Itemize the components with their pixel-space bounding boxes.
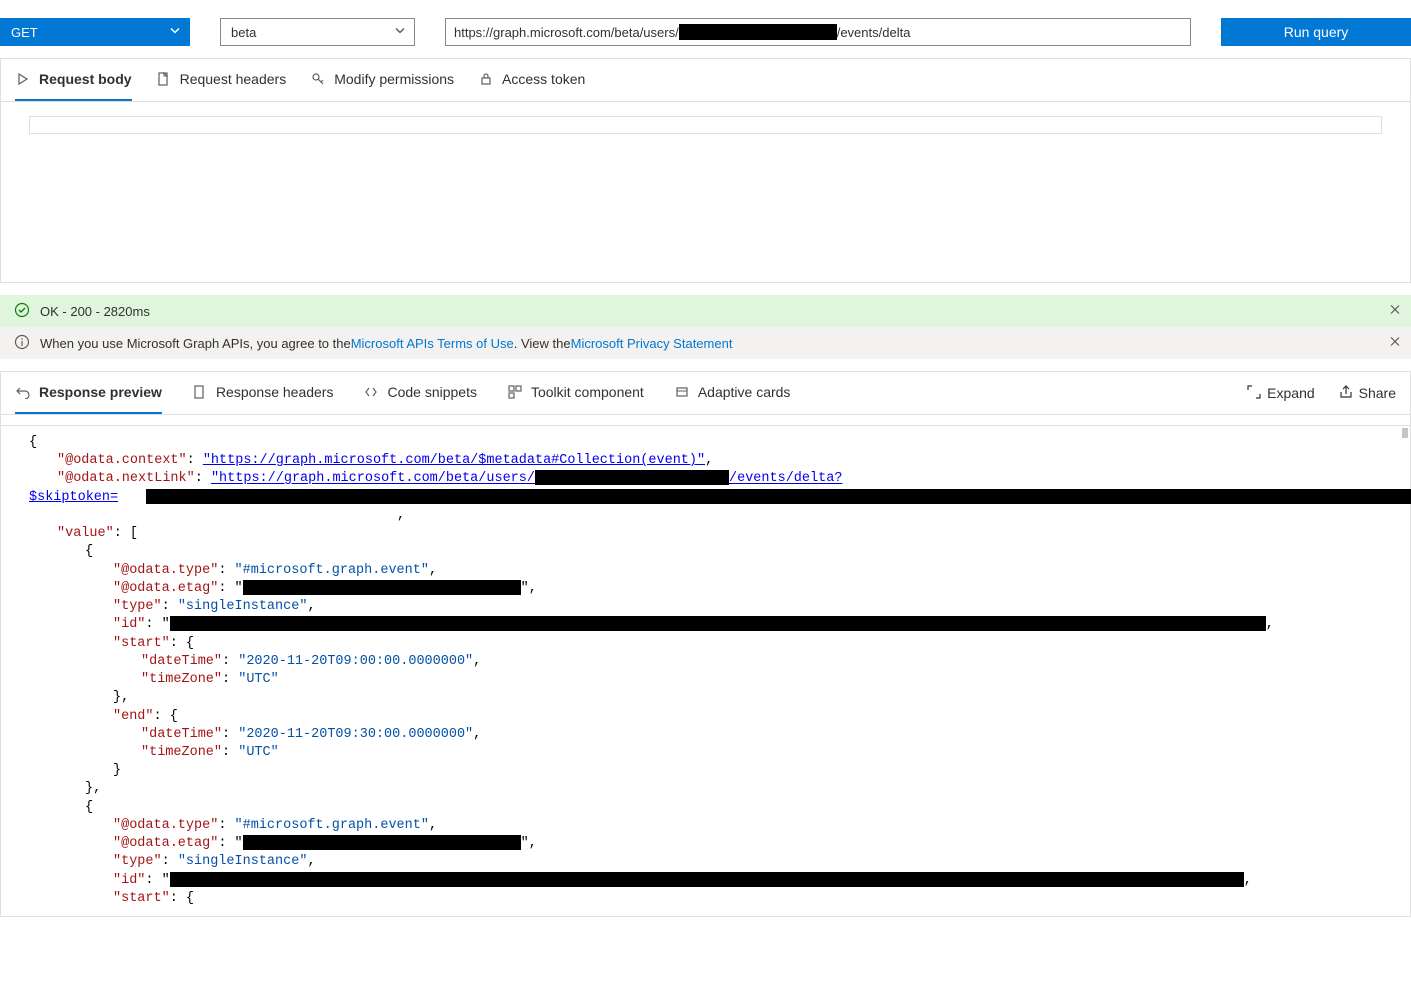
code-icon <box>363 384 379 400</box>
key-icon <box>310 71 326 87</box>
tab-label: Response preview <box>39 384 162 400</box>
tab-toolkit-component[interactable]: Toolkit component <box>507 372 644 414</box>
component-icon <box>507 384 523 400</box>
request-body-editor[interactable] <box>1 102 1410 282</box>
action-label: Share <box>1359 385 1396 401</box>
response-panel: Response preview Response headers Code s… <box>0 371 1411 917</box>
api-version-dropdown[interactable]: beta <box>220 18 415 46</box>
info-text-mid: . View the <box>514 336 571 351</box>
tab-label: Access token <box>502 71 585 87</box>
api-version-value: beta <box>231 25 256 40</box>
tab-request-headers[interactable]: Request headers <box>156 59 287 101</box>
tab-modify-permissions[interactable]: Modify permissions <box>310 59 454 101</box>
http-method-value: GET <box>11 25 38 40</box>
close-icon[interactable] <box>1389 336 1401 351</box>
cards-icon <box>674 384 690 400</box>
undo-icon <box>15 384 31 400</box>
tab-label: Code snippets <box>387 384 477 400</box>
info-icon <box>14 334 30 353</box>
response-tabs: Response preview Response headers Code s… <box>15 372 1247 414</box>
play-icon <box>15 71 31 87</box>
terms-link[interactable]: Microsoft APIs Terms of Use <box>351 336 514 351</box>
query-url-input[interactable]: https://graph.microsoft.com/beta/users/ … <box>445 18 1191 46</box>
tab-response-preview[interactable]: Response preview <box>15 372 162 414</box>
url-prefix: https://graph.microsoft.com/beta/users/ <box>454 25 679 40</box>
info-text-pre: When you use Microsoft Graph APIs, you a… <box>40 336 351 351</box>
query-row: GET beta https://graph.microsoft.com/bet… <box>0 0 1411 54</box>
editor-line <box>29 116 1382 134</box>
run-query-button[interactable]: Run query <box>1221 18 1411 46</box>
request-panel: Request body Request headers Modify perm… <box>0 58 1411 283</box>
response-json-viewer[interactable]: { "@odata.context": "https://graph.micro… <box>1 425 1410 916</box>
privacy-link[interactable]: Microsoft Privacy Statement <box>571 336 733 351</box>
request-tabs: Request body Request headers Modify perm… <box>1 59 1410 102</box>
status-text: OK - 200 - 2820ms <box>40 304 150 319</box>
scrollbar-thumb[interactable] <box>1402 428 1408 438</box>
action-label: Expand <box>1267 385 1314 401</box>
http-method-dropdown[interactable]: GET <box>0 18 190 46</box>
tab-label: Request headers <box>180 71 287 87</box>
checkmark-icon <box>14 302 30 321</box>
status-bar: OK - 200 - 2820ms <box>0 295 1411 327</box>
tab-label: Toolkit component <box>531 384 644 400</box>
expand-button[interactable]: Expand <box>1247 385 1314 402</box>
share-icon <box>1339 385 1353 402</box>
document-icon <box>156 71 172 87</box>
tab-access-token[interactable]: Access token <box>478 59 585 101</box>
tab-adaptive-cards[interactable]: Adaptive cards <box>674 372 791 414</box>
redacted-segment <box>679 24 837 40</box>
info-bar: When you use Microsoft Graph APIs, you a… <box>0 327 1411 359</box>
share-button[interactable]: Share <box>1339 385 1396 402</box>
tab-label: Response headers <box>216 384 334 400</box>
expand-icon <box>1247 385 1261 402</box>
document-icon <box>192 384 208 400</box>
lock-icon <box>478 71 494 87</box>
tab-request-body[interactable]: Request body <box>15 59 132 101</box>
chevron-down-icon <box>394 25 406 40</box>
tab-label: Modify permissions <box>334 71 454 87</box>
tab-response-headers[interactable]: Response headers <box>192 372 334 414</box>
close-icon[interactable] <box>1389 304 1401 319</box>
tab-label: Adaptive cards <box>698 384 791 400</box>
chevron-down-icon <box>169 25 181 40</box>
url-suffix: /events/delta <box>837 25 911 40</box>
tab-label: Request body <box>39 71 132 87</box>
tab-code-snippets[interactable]: Code snippets <box>363 372 477 414</box>
